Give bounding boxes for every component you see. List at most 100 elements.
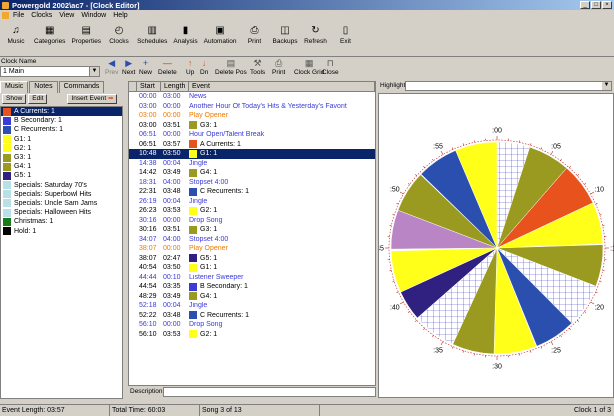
new-button[interactable]: + New xyxy=(139,58,152,76)
analysis-button[interactable]: ▮ Analysis xyxy=(173,21,197,56)
category-item[interactable]: B Secondary: 1 xyxy=(1,116,122,125)
category-item[interactable]: Christmas: 1 xyxy=(1,217,122,226)
print-button[interactable]: ⎙ Print xyxy=(272,58,285,76)
category-label: C Recurrents: 1 xyxy=(14,126,64,134)
menu-file[interactable]: File xyxy=(13,12,24,19)
minimize-button[interactable]: _ xyxy=(580,1,590,9)
table-row[interactable]: 30:16 00:00 Drop Song xyxy=(129,216,375,226)
header-start[interactable]: Start xyxy=(137,82,161,91)
table-row[interactable]: 03:00 00:00 Play Opener xyxy=(129,111,375,121)
row-length: 03:00 xyxy=(163,93,181,101)
delete-pos-button[interactable]: ▤ Delete Pos xyxy=(215,58,247,76)
table-row[interactable]: 26:23 03:53 G2: 1 xyxy=(129,206,375,216)
status-clock: Clock 1 of 3 xyxy=(574,407,611,414)
insert-event-button[interactable]: Insert Event ➡ xyxy=(67,94,118,104)
refresh-button[interactable]: ↻ Refresh xyxy=(303,21,327,56)
category-item[interactable]: G1: 1 xyxy=(1,135,122,144)
table-row[interactable]: 56:10 03:53 G2: 1 xyxy=(129,330,375,340)
schedules-button[interactable]: ▥ Schedules xyxy=(137,21,167,56)
table-row[interactable]: 10:48 03:50 G1: 1 xyxy=(129,149,375,159)
highlight-select[interactable]: ▼ xyxy=(405,81,612,91)
table-row[interactable]: 03:00 00:00 Another Hour Of Today's Hits &… xyxy=(129,102,375,112)
close-button[interactable]: × xyxy=(602,1,612,9)
category-item[interactable]: Specials: Saturday 70's xyxy=(1,181,122,190)
automation-button[interactable]: ▣ Automation xyxy=(204,21,237,56)
category-item[interactable]: Hold: 1 xyxy=(1,226,122,236)
description-input[interactable] xyxy=(163,387,376,397)
backups-button[interactable]: ◫ Backups xyxy=(273,21,298,56)
tab-music[interactable]: Music xyxy=(0,81,29,93)
show-button[interactable]: Show xyxy=(2,94,27,104)
toolbar-label: Refresh xyxy=(304,38,327,45)
minute-tick xyxy=(451,147,454,150)
clocks-button[interactable]: ◴ Clocks xyxy=(107,21,131,56)
tab-commands[interactable]: Commands xyxy=(58,81,105,93)
categories-button[interactable]: ▦ Categories xyxy=(34,21,65,56)
dn-button[interactable]: ↓ Dn xyxy=(200,58,208,76)
table-row[interactable]: 40:54 03:50 G1: 1 xyxy=(129,263,375,273)
menu-clocks[interactable]: Clocks xyxy=(31,12,52,19)
category-item[interactable]: G2: 1 xyxy=(1,144,122,153)
table-row[interactable]: 22:31 03:48 C Recurrents: 1 xyxy=(129,187,375,197)
clock-grid-button[interactable]: ▦ Clock Grid xyxy=(294,58,324,76)
tab-notes[interactable]: Notes xyxy=(29,81,58,93)
up-button[interactable]: ↑ Up xyxy=(186,58,194,76)
table-row[interactable]: 03:00 03:51 G3: 1 xyxy=(129,121,375,131)
table-row[interactable]: 26:19 00:04 Jingle xyxy=(129,197,375,207)
table-row[interactable]: 14:42 03:49 G4: 1 xyxy=(129,168,375,178)
category-item[interactable]: Specials: Uncle Sam Jams xyxy=(1,199,122,208)
status-event-length: Event Length: 03:57 xyxy=(0,405,110,416)
next-button[interactable]: ▶ Next xyxy=(122,58,135,76)
row-start: 44:54 xyxy=(139,283,157,291)
category-item[interactable]: A Currents: 1 xyxy=(1,107,122,117)
category-item[interactable]: G5: 1 xyxy=(1,171,122,180)
row-event: C Recurrents: 1 xyxy=(200,188,250,196)
table-row[interactable]: 30:16 03:51 G3: 1 xyxy=(129,225,375,235)
table-row[interactable]: 48:29 03:49 G4: 1 xyxy=(129,292,375,302)
category-item[interactable]: G4: 1 xyxy=(1,162,122,171)
menu-window[interactable]: Window xyxy=(81,12,106,19)
header-event[interactable]: Event xyxy=(189,82,375,91)
table-row[interactable]: 56:10 00:00 Drop Song xyxy=(129,320,375,330)
edit-button[interactable]: Edit xyxy=(28,94,48,104)
row-event: B Secondary: 1 xyxy=(200,283,248,291)
table-row[interactable]: 00:00 03:00 News xyxy=(129,92,375,102)
table-row[interactable]: 38:07 00:00 Play Opener xyxy=(129,244,375,254)
minute-tick xyxy=(392,213,395,215)
prev-button[interactable]: ◀ Prev xyxy=(105,58,118,76)
up-icon: ↑ xyxy=(187,58,193,68)
category-item[interactable]: C Recurrents: 1 xyxy=(1,125,122,134)
table-row[interactable]: 06:51 03:57 A Currents: 1 xyxy=(129,140,375,150)
table-row[interactable]: 52:22 03:48 C Recurrents: 1 xyxy=(129,311,375,321)
clock-tick-label: :30 xyxy=(492,364,502,371)
menu-view[interactable]: View xyxy=(59,12,74,19)
minute-tick xyxy=(569,166,571,168)
table-row[interactable]: 44:54 03:35 B Secondary: 1 xyxy=(129,282,375,292)
table-row[interactable]: 14:38 00:04 Jingle xyxy=(129,159,375,169)
menu-help[interactable]: Help xyxy=(113,12,127,19)
clock-chart-panel: :00:05:10:15:20:25:30:35:40:45:50:55 xyxy=(374,93,614,398)
table-row[interactable]: 18:31 04:00 Stopset 4:00 xyxy=(129,178,375,188)
table-row[interactable]: 38:07 02:47 G5: 1 xyxy=(129,254,375,264)
left-tabs: Music Notes Commands xyxy=(0,81,125,93)
close-button[interactable]: ⊓ Close xyxy=(322,58,339,76)
color-swatch xyxy=(189,149,197,158)
print-button[interactable]: ⎙ Print xyxy=(243,21,267,56)
table-row[interactable]: 34:07 04:00 Stopset 4:00 xyxy=(129,235,375,245)
table-row[interactable]: 52:18 00:04 Jingle xyxy=(129,301,375,311)
tools-button[interactable]: ⚒ Tools xyxy=(250,58,265,76)
exit-button[interactable]: ▯ Exit xyxy=(333,21,357,56)
toolbar2-label: Tools xyxy=(250,69,266,76)
header-length[interactable]: Length xyxy=(161,82,189,91)
chevron-down-icon[interactable]: ▼ xyxy=(602,82,611,90)
table-row[interactable]: 44:44 00:10 Listener Sweeper xyxy=(129,273,375,283)
category-item[interactable]: G3: 1 xyxy=(1,153,122,162)
row-start: 06:51 xyxy=(139,131,157,139)
maximize-button[interactable]: □ xyxy=(591,1,601,9)
music-button[interactable]: ♫ Music xyxy=(4,21,28,56)
category-item[interactable]: Specials: Superbowl Hits xyxy=(1,190,122,199)
table-row[interactable]: 06:51 00:00 Hour Open/Talent Break xyxy=(129,130,375,140)
category-item[interactable]: Specials: Halloween Hits xyxy=(1,208,122,217)
properties-button[interactable]: ▤ Properties xyxy=(71,21,101,56)
delete-button[interactable]: — Delete xyxy=(158,58,177,76)
